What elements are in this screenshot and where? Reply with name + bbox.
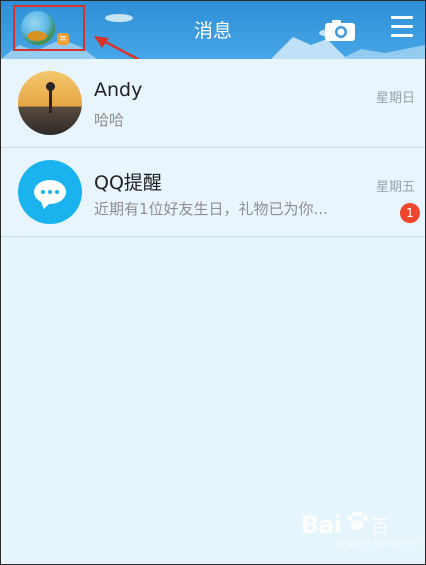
message-preview: 哈哈 xyxy=(94,111,125,129)
conversation-row[interactable]: QQ提醒 近期有1位好友生日，礼物已为你... 星期五 1 xyxy=(1,148,425,237)
app-frame: ≡ 消息 Andy 哈哈 星期日 QQ提醒 近期有1位好友生日，礼物已为你...… xyxy=(0,0,426,565)
watermark-logo: Bai xyxy=(301,511,342,539)
contact-name: Andy xyxy=(94,79,143,101)
conversation-row[interactable]: Andy 哈哈 星期日 xyxy=(1,59,425,148)
message-preview: 近期有1位好友生日，礼物已为你... xyxy=(94,200,328,218)
menu-icon xyxy=(391,16,415,37)
page-title: 消息 xyxy=(193,20,232,42)
watermark-url: jingyan.baidu.com xyxy=(337,538,421,548)
paw-icon xyxy=(347,511,368,530)
contact-avatar xyxy=(18,160,82,224)
top-bar: ≡ 消息 xyxy=(1,1,425,59)
watermark-logo-text: 百 xyxy=(371,517,389,538)
conversation-list: Andy 哈哈 星期日 QQ提醒 近期有1位好友生日，礼物已为你... 星期五 … xyxy=(1,59,425,237)
menu-button[interactable] xyxy=(391,16,415,42)
contact-name: QQ提醒 xyxy=(94,172,162,194)
contact-avatar xyxy=(18,71,82,135)
watermark: Bai 百 jingyan.baidu.com xyxy=(301,509,420,549)
camera-icon xyxy=(325,20,355,41)
unread-badge: 1 xyxy=(400,203,420,223)
chat-bubble-icon xyxy=(34,180,66,204)
message-time: 星期五 xyxy=(375,180,415,195)
camera-button[interactable] xyxy=(323,17,357,43)
message-time: 星期日 xyxy=(375,91,415,106)
